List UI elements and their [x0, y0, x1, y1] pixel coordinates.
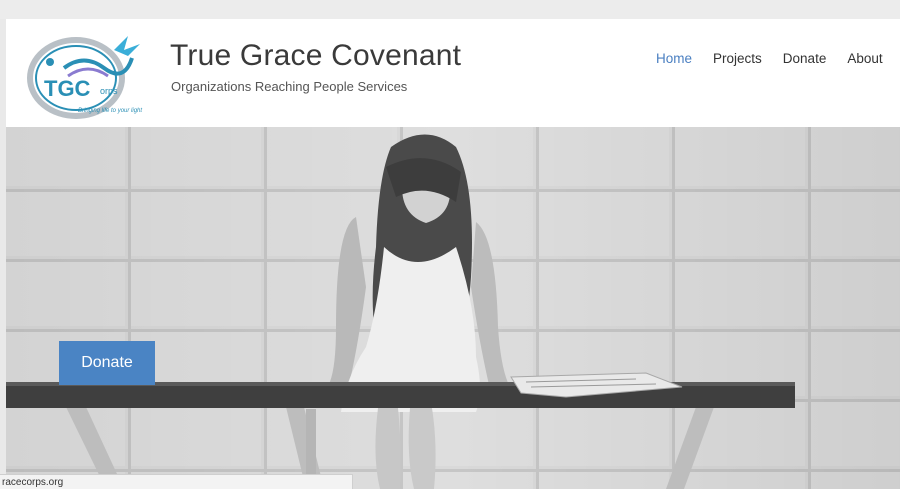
logo-slogan: Bringing life to your light	[78, 108, 142, 114]
logo-suffix: orps	[100, 86, 118, 96]
hero-section: Donate	[6, 127, 900, 489]
site-header: TGC orps Bringing life to your light Tru…	[6, 19, 900, 127]
browser-status-url: racecorps.org	[0, 474, 353, 489]
site-title[interactable]: True Grace Covenant	[170, 39, 461, 73]
browser-top-strip	[0, 0, 900, 19]
site-tagline: Organizations Reaching People Services	[171, 79, 408, 94]
nav-projects-link[interactable]: Projects	[713, 51, 762, 66]
hero-image	[6, 127, 900, 489]
nav-about-link[interactable]: About	[847, 51, 882, 66]
nav-donate-link[interactable]: Donate	[783, 51, 827, 66]
logo-text: TGC	[44, 76, 91, 101]
site-logo[interactable]: TGC orps Bringing life to your light	[24, 28, 154, 120]
nav-home-link[interactable]: Home	[656, 51, 692, 66]
main-nav: Home Projects Donate About	[656, 51, 900, 66]
hero-donate-button[interactable]: Donate	[59, 341, 155, 385]
